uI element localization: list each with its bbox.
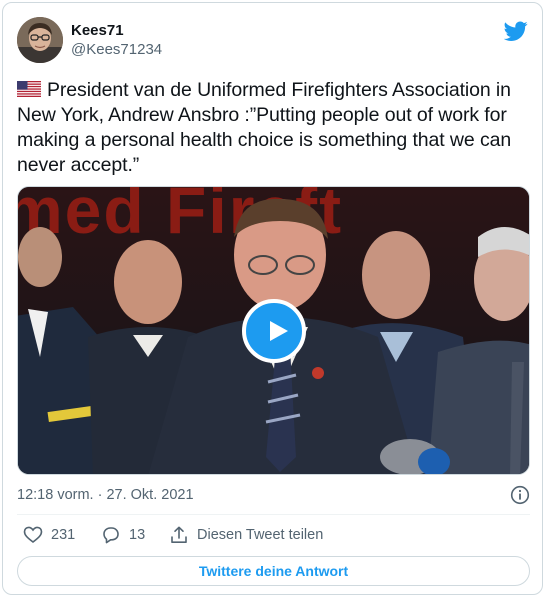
divider [17,514,530,515]
author-handle[interactable]: @Kees71234 [71,40,162,60]
twitter-bird-icon[interactable] [504,19,528,43]
tweet-body: President van de Uniformed Firefighters … [17,79,512,176]
video-player[interactable]: med Fireft [17,186,530,475]
tweet-card: Kees71 @Kees71234 President van de Unifo… [2,2,543,595]
reply-count: 13 [129,527,146,543]
share-icon [171,526,187,543]
us-flag-icon [17,81,41,97]
tweet-actions: 231 13 Diesen Tweet teilen [17,523,530,547]
share-label: Diesen Tweet teilen [197,527,324,543]
author-display-name[interactable]: Kees71 [71,21,162,40]
play-icon [270,321,288,341]
author-names: Kees71 @Kees71234 [71,21,162,60]
reply-compose-button[interactable]: Twittere deine Antwort [17,556,530,586]
tweet-text: President van de Uniformed Firefighters … [17,78,535,178]
tweet-header: Kees71 @Kees71234 [17,17,530,65]
info-icon[interactable] [510,485,530,505]
avatar[interactable] [17,17,63,63]
heart-icon [23,526,43,544]
tweet-meta: 12:18 vorm. · 27. Okt. 2021 [17,485,530,505]
play-button[interactable] [242,299,306,363]
reply-icon [103,527,119,544]
like-count: 231 [51,527,76,543]
timestamp[interactable]: 12:18 vorm. · 27. Okt. 2021 [17,487,194,503]
avatar-image [17,17,63,63]
